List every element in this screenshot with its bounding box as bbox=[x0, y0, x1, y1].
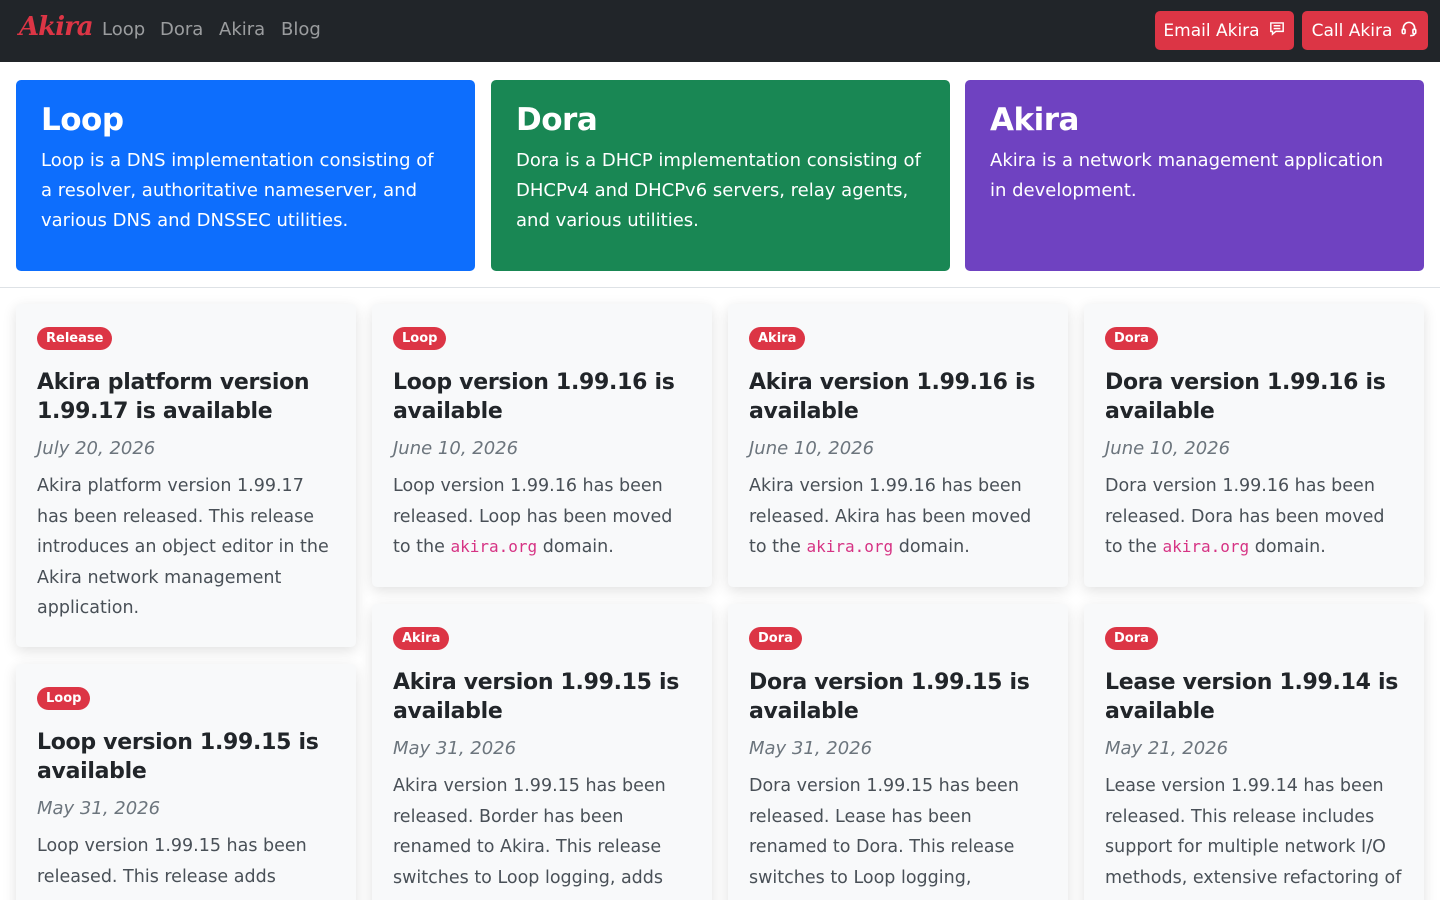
post-summary: Lease version 1.99.14 has been released.… bbox=[1105, 776, 1402, 888]
category-badge: Akira bbox=[749, 327, 806, 350]
post-card[interactable]: Loop Loop version 1.99.16 is available J… bbox=[372, 304, 712, 587]
category-badge: Dora bbox=[1105, 327, 1158, 350]
top-navbar: Akira Loop Dora Akira Blog Email Akira C… bbox=[0, 0, 1440, 62]
hero-title: Dora bbox=[516, 102, 598, 138]
post-summary: Akira platform version 1.99.17 has been … bbox=[37, 476, 329, 618]
post-summary: Loop version 1.99.15 has been released. … bbox=[37, 836, 307, 887]
hero-card-akira[interactable]: Akira Akira is a network management appl… bbox=[965, 80, 1424, 271]
hero-title: Loop bbox=[41, 102, 124, 138]
post-title[interactable]: Akira platform version 1.99.17 is availa… bbox=[37, 368, 335, 426]
chat-icon bbox=[1268, 19, 1286, 42]
post-date: May 21, 2026 bbox=[1105, 738, 1229, 759]
email-akira-label: Email Akira bbox=[1163, 20, 1260, 41]
domain-code: akira.org bbox=[1162, 537, 1250, 556]
hero-title: Akira bbox=[990, 102, 1079, 138]
brand-logo[interactable]: Akira bbox=[19, 12, 94, 42]
post-card[interactable]: Akira Akira version 1.99.16 is available… bbox=[728, 304, 1068, 587]
post-title[interactable]: Loop version 1.99.15 is available bbox=[37, 728, 335, 786]
nav-link-loop[interactable]: Loop bbox=[102, 19, 145, 40]
post-date: May 31, 2026 bbox=[393, 738, 517, 759]
post-title[interactable]: Akira version 1.99.16 is available bbox=[749, 368, 1047, 426]
category-badge: Loop bbox=[37, 687, 91, 710]
post-title[interactable]: Loop version 1.99.16 is available bbox=[393, 368, 691, 426]
post-summary: Akira version 1.99.15 has been released.… bbox=[393, 776, 666, 888]
post-title[interactable]: Akira version 1.99.15 is available bbox=[393, 668, 691, 726]
post-title[interactable]: Dora version 1.99.15 is available bbox=[749, 668, 1047, 726]
domain-code: akira.org bbox=[806, 537, 894, 556]
post-date: July 20, 2026 bbox=[37, 438, 156, 459]
headset-icon bbox=[1400, 19, 1418, 42]
post-card[interactable]: Dora Dora version 1.99.16 is available J… bbox=[1084, 304, 1424, 587]
post-date: June 10, 2026 bbox=[1105, 438, 1231, 459]
post-card[interactable]: Akira Akira version 1.99.15 is available… bbox=[372, 604, 712, 900]
nav-link-akira[interactable]: Akira bbox=[219, 19, 265, 40]
post-title[interactable]: Dora version 1.99.16 is available bbox=[1105, 368, 1403, 426]
post-summary: Dora version 1.99.16 has been released. … bbox=[1105, 471, 1403, 563]
category-badge: Akira bbox=[393, 627, 450, 650]
summary-text-end: domain. bbox=[898, 537, 970, 557]
post-date: May 31, 2026 bbox=[749, 738, 873, 759]
post-title[interactable]: Lease version 1.99.14 is available bbox=[1105, 668, 1403, 726]
post-summary: Akira version 1.99.16 has been released.… bbox=[749, 471, 1047, 563]
hero-description: Akira is a network management applicatio… bbox=[990, 150, 1384, 201]
summary-text-end: domain. bbox=[1254, 537, 1326, 557]
post-summary: Loop version 1.99.16 has been released. … bbox=[393, 471, 691, 563]
hero-card-loop[interactable]: Loop Loop is a DNS implementation consis… bbox=[16, 80, 475, 271]
call-akira-button[interactable]: Call Akira bbox=[1302, 11, 1428, 50]
post-date: June 10, 2026 bbox=[749, 438, 875, 459]
hero-card-dora[interactable]: Dora Dora is a DHCP implementation consi… bbox=[491, 80, 950, 271]
post-card[interactable]: Release Akira platform version 1.99.17 i… bbox=[16, 304, 356, 647]
hero-description: Dora is a DHCP implementation consisting… bbox=[516, 150, 921, 231]
call-akira-label: Call Akira bbox=[1311, 20, 1393, 41]
category-badge: Loop bbox=[393, 327, 447, 350]
section-divider bbox=[0, 287, 1440, 288]
email-akira-button[interactable]: Email Akira bbox=[1155, 11, 1294, 50]
post-card[interactable]: Dora Dora version 1.99.15 is available M… bbox=[728, 604, 1068, 900]
nav-link-dora[interactable]: Dora bbox=[160, 19, 203, 40]
hero-description: Loop is a DNS implementation consisting … bbox=[41, 150, 434, 231]
post-card[interactable]: Dora Lease version 1.99.14 is available … bbox=[1084, 604, 1424, 900]
category-badge: Dora bbox=[1105, 627, 1158, 650]
domain-code: akira.org bbox=[450, 537, 538, 556]
category-badge: Dora bbox=[749, 627, 802, 650]
category-badge: Release bbox=[37, 327, 113, 350]
post-date: May 31, 2026 bbox=[37, 798, 161, 819]
nav-link-blog[interactable]: Blog bbox=[281, 19, 321, 40]
summary-text-end: domain. bbox=[542, 537, 614, 557]
post-date: June 10, 2026 bbox=[393, 438, 519, 459]
post-summary: Dora version 1.99.15 has been released. … bbox=[749, 776, 1019, 888]
post-card[interactable]: Loop Loop version 1.99.15 is available M… bbox=[16, 664, 356, 900]
